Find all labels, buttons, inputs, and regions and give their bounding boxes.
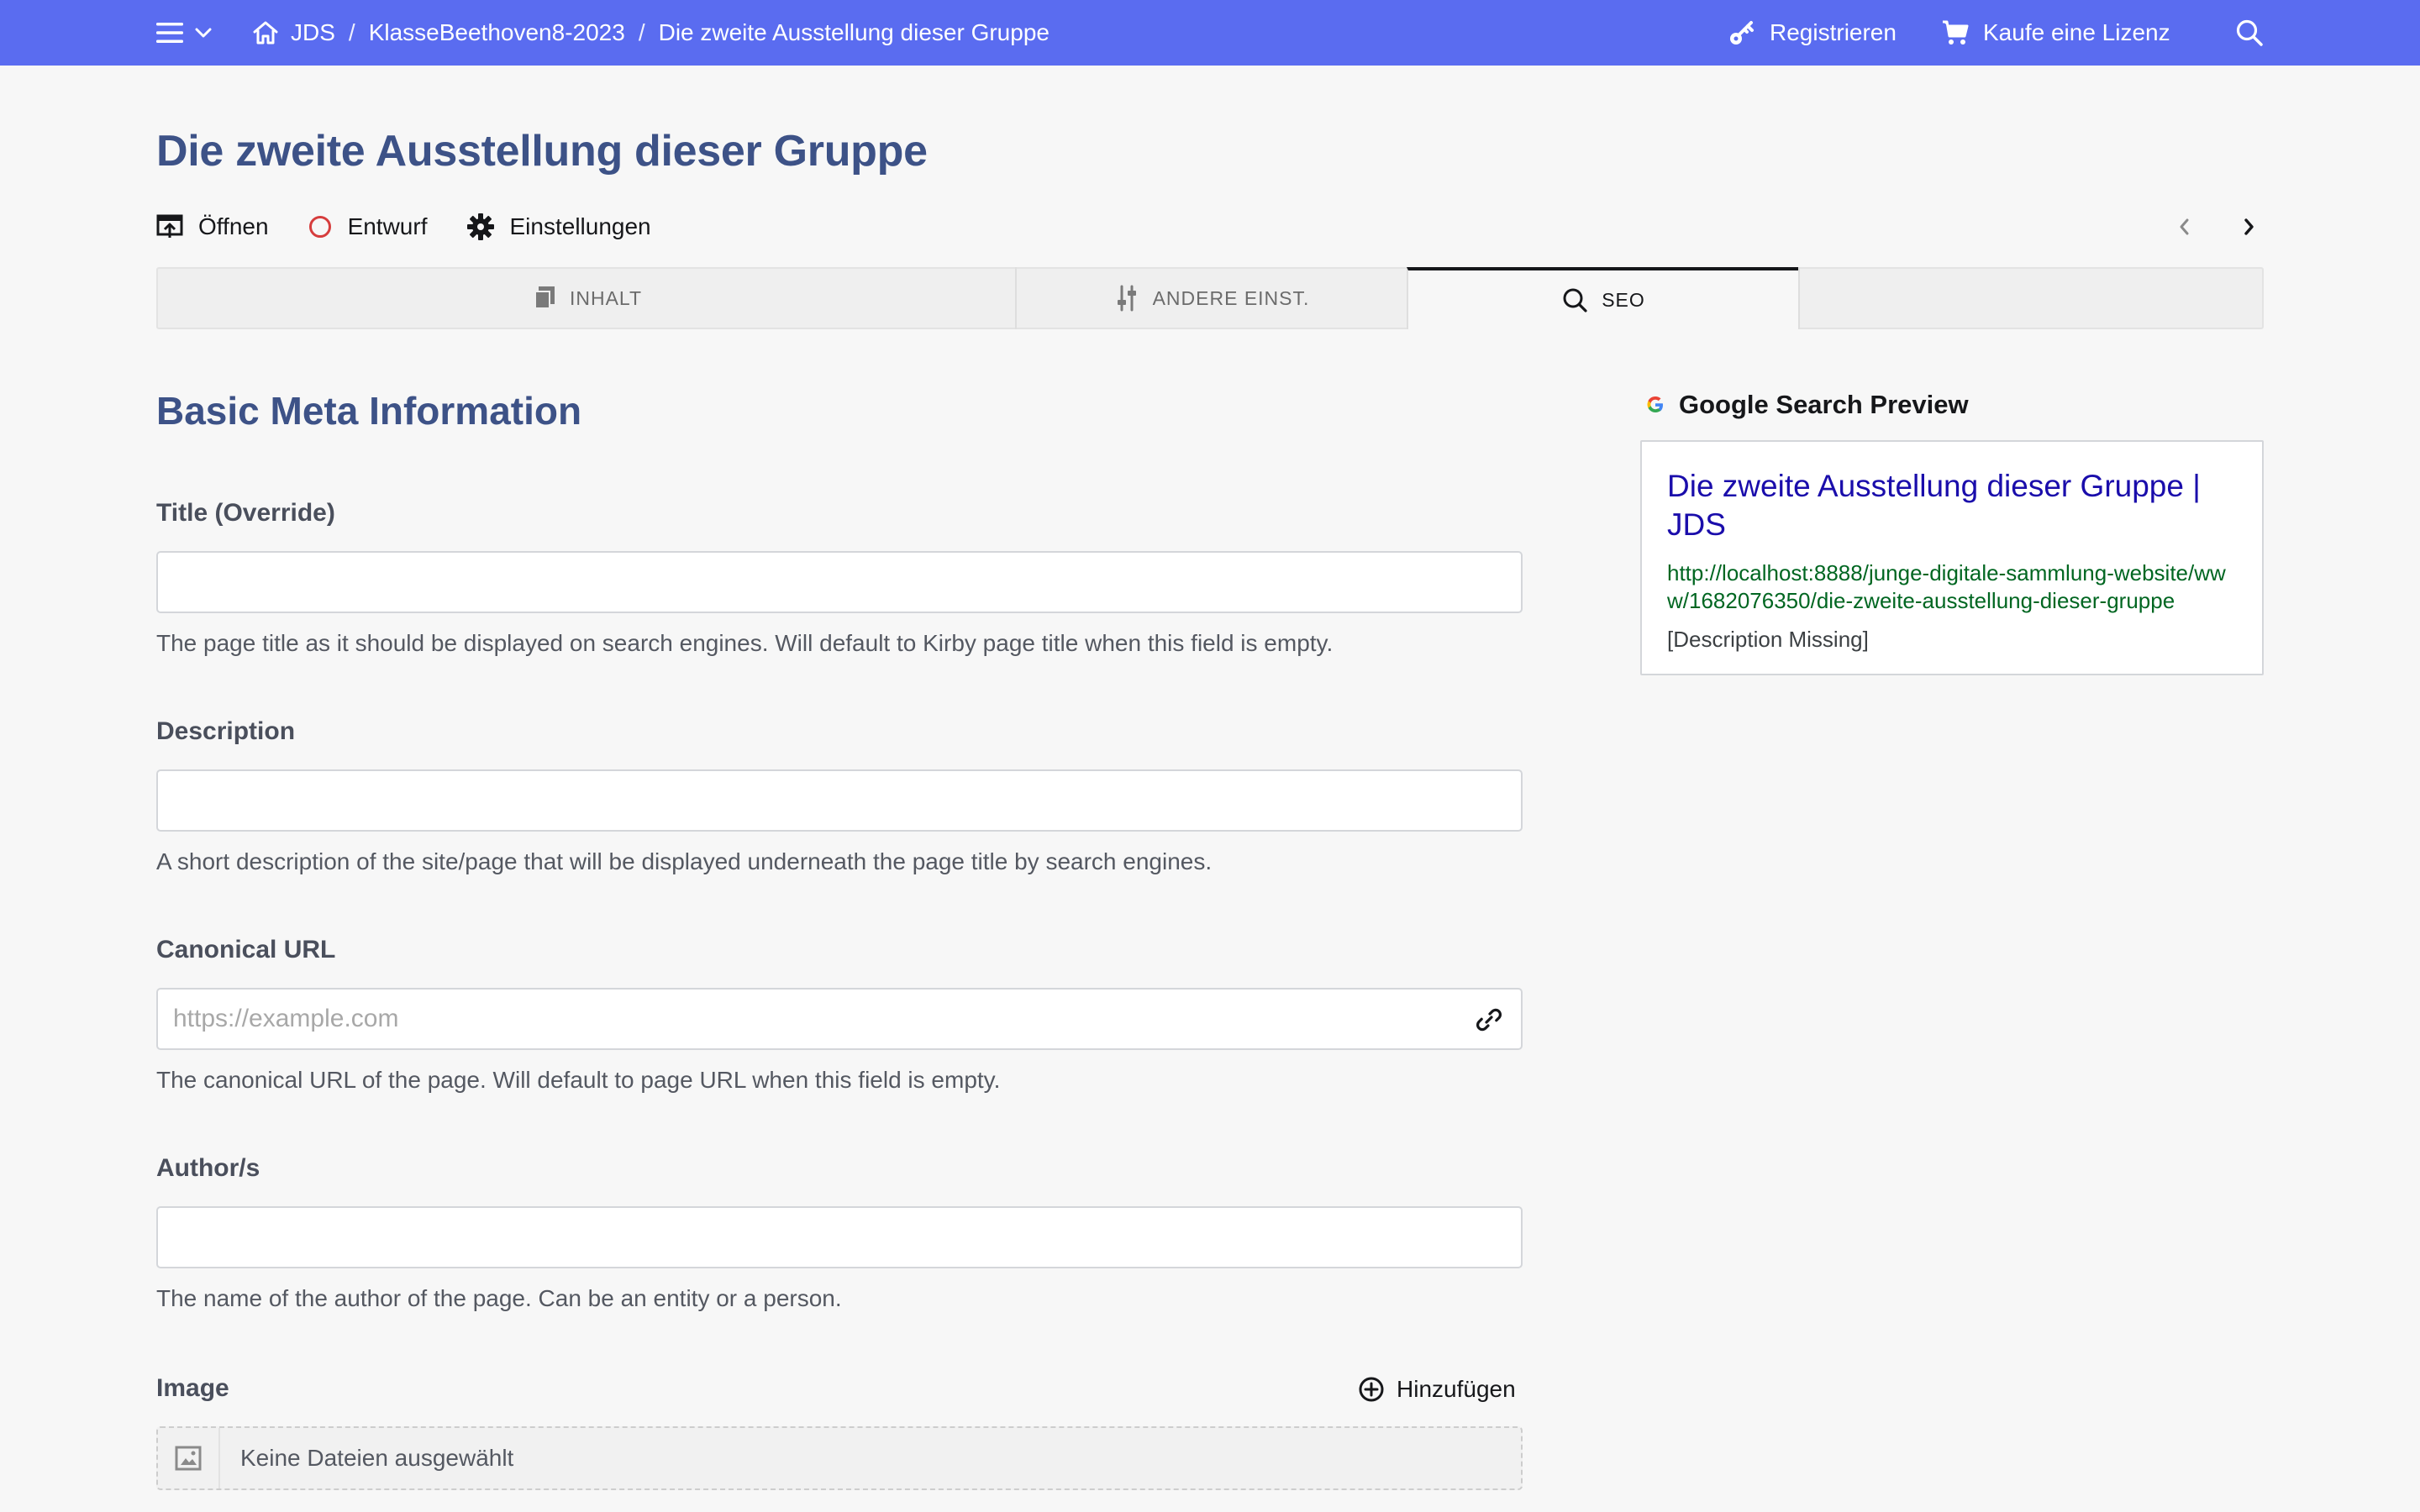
add-image-button[interactable]: Hinzufügen (1358, 1373, 1516, 1406)
chevron-right-icon (2238, 215, 2259, 239)
gear-icon (466, 213, 495, 241)
add-image-label: Hinzufügen (1397, 1376, 1516, 1402)
canonical-url-input[interactable] (156, 988, 1523, 1050)
breadcrumb-item-jds[interactable]: JDS (291, 19, 335, 46)
add-circle-icon (1358, 1376, 1385, 1403)
preview-title-link[interactable]: Die zweite Ausstellung dieser Gruppe | J… (1667, 467, 2237, 544)
tab-andere-einst[interactable]: ANDERE EINST. (1015, 267, 1407, 329)
open-button[interactable]: Öffnen (156, 213, 269, 240)
title-override-input[interactable] (156, 551, 1523, 613)
cart-icon (1941, 19, 1970, 46)
home-icon (252, 20, 279, 45)
tab-inhalt[interactable]: INHALT (158, 267, 1015, 329)
google-logo-icon (1645, 395, 1665, 415)
hamburger-icon (156, 21, 183, 45)
preview-url: http://localhost:8888/junge-digitale-sam… (1667, 560, 2226, 613)
description-input[interactable] (156, 769, 1523, 832)
title-field-label: Title (Override) (156, 499, 335, 527)
search-button[interactable] (2235, 15, 2264, 50)
chevron-left-icon (2175, 215, 2195, 239)
chevron-down-icon (195, 27, 212, 39)
open-label: Öffnen (198, 213, 269, 239)
settings-button[interactable]: Einstellungen (466, 213, 651, 241)
google-preview-heading: Google Search Preview (1645, 386, 1969, 423)
canonical-url-field-label: Canonical URL (156, 936, 336, 963)
open-preview-icon (156, 213, 183, 240)
author-field-help: The name of the author of the page. Can … (156, 1285, 842, 1311)
top-bar: JDS / KlasseBeethoven8-2023 / Die zweite… (0, 0, 2420, 66)
breadcrumb-item-current[interactable]: Die zweite Ausstellung dieser Gruppe (659, 19, 1050, 46)
page-actions: Öffnen Entwurf Einstellungen (156, 208, 690, 245)
breadcrumb-separator: / (638, 19, 645, 45)
pages-icon (531, 286, 556, 311)
key-icon (1728, 18, 1756, 47)
next-page-button[interactable] (2238, 210, 2259, 244)
tab-andere-einst-label: ANDERE EINST. (1152, 286, 1310, 309)
register-button[interactable]: Registrieren (1728, 15, 1897, 50)
page-title: Die zweite Ausstellung dieser Gruppe (156, 127, 928, 176)
breadcrumb-separator: / (348, 19, 355, 45)
settings-label: Einstellungen (509, 213, 651, 239)
title-field-help: The page title as it should be displayed… (156, 630, 1334, 656)
menu-button[interactable] (156, 18, 212, 47)
status-label: Entwurf (347, 213, 428, 239)
breadcrumb-item-class[interactable]: KlasseBeethoven8-2023 (369, 19, 625, 46)
section-title: Basic Meta Information (156, 389, 582, 433)
description-field-label: Description (156, 717, 296, 745)
description-field-help: A short description of the site/page tha… (156, 848, 1213, 874)
image-icon (158, 1428, 220, 1488)
register-label: Registrieren (1770, 19, 1897, 45)
sliders-icon (1114, 285, 1139, 312)
tab-bar: INHALT ANDERE EINST. SEO (156, 267, 2264, 329)
status-button[interactable]: Entwurf (308, 213, 428, 240)
image-field-label: Image (156, 1374, 229, 1402)
preview-description: [Description Missing] (1667, 627, 1869, 652)
image-empty-text: Keine Dateien ausgewählt (240, 1445, 514, 1471)
previous-page-button[interactable] (2175, 210, 2195, 244)
breadcrumb-home[interactable]: JDS (252, 19, 335, 46)
draft-status-icon (308, 214, 333, 239)
tab-bar-filler (1798, 267, 2264, 329)
tab-inhalt-label: INHALT (569, 286, 643, 309)
tab-seo-label: SEO (1602, 288, 1645, 311)
image-empty-state[interactable]: Keine Dateien ausgewählt (156, 1426, 1523, 1490)
google-preview-card: Die zweite Ausstellung dieser Gruppe | J… (1640, 440, 2264, 675)
breadcrumb: JDS / KlasseBeethoven8-2023 / Die zweite… (252, 15, 1050, 50)
tab-seo[interactable]: SEO (1407, 267, 1798, 329)
author-field-label: Author/s (156, 1154, 260, 1182)
link-icon[interactable] (1474, 1005, 1504, 1035)
buy-license-button[interactable]: Kaufe eine Lizenz (1941, 15, 2170, 50)
canonical-url-field-help: The canonical URL of the page. Will defa… (156, 1067, 1001, 1093)
search-icon (2235, 18, 2264, 47)
search-icon (1561, 286, 1588, 313)
author-input[interactable] (156, 1206, 1523, 1268)
buy-license-label: Kaufe eine Lizenz (1983, 19, 2170, 45)
google-preview-title: Google Search Preview (1679, 390, 1969, 419)
